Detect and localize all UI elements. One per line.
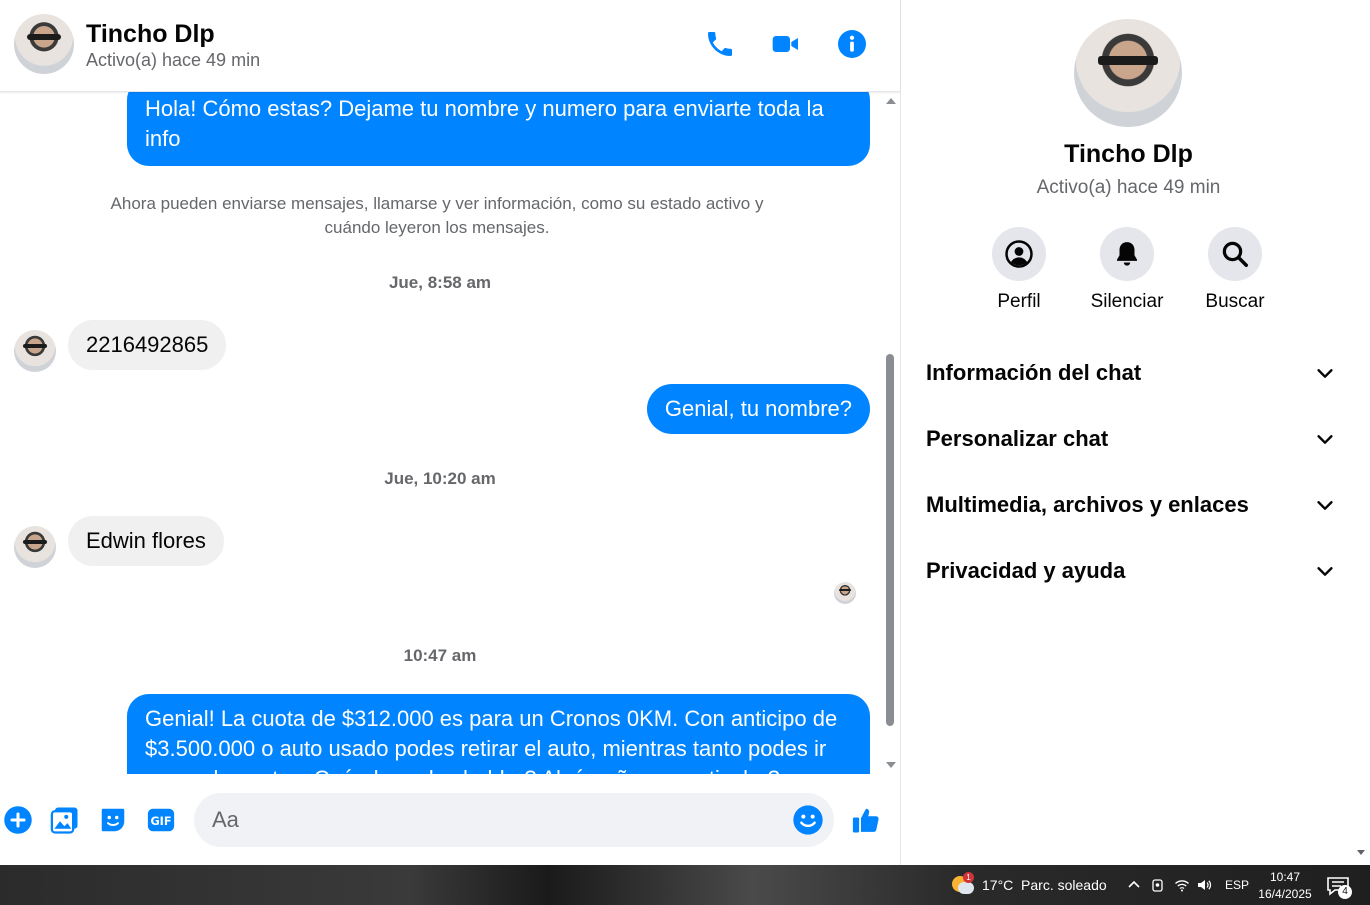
weather-badge: 1	[963, 872, 974, 883]
notification-center-button[interactable]: 4	[1326, 875, 1352, 899]
sticker-icon	[101, 808, 125, 832]
voice-call-button[interactable]	[702, 26, 738, 62]
profile-action-label: Perfil	[997, 291, 1041, 312]
profile-name: Tincho Dlp	[1064, 140, 1193, 168]
wifi-icon	[1175, 880, 1189, 892]
timestamp-divider: Jue, 10:20 am	[384, 469, 496, 488]
sticker-button[interactable]	[97, 804, 129, 836]
volume-button[interactable]	[1196, 865, 1212, 905]
section-privacy-help[interactable]: Privacidad y ayuda	[926, 549, 1336, 593]
profile-action-button[interactable]: Perfil	[964, 227, 1074, 313]
scroll-down-arrow-icon[interactable]	[886, 762, 896, 768]
outgoing-message[interactable]: Hola! Cómo estas? Dejame tu nombre y num…	[127, 92, 870, 166]
weather-widget[interactable]: 1 17°C Parc. soleado	[950, 872, 1107, 896]
system-notice: Ahora pueden enviarse mensajes, llamarse…	[110, 194, 764, 237]
profile-avatar[interactable]	[1074, 19, 1182, 127]
chevron-down-icon	[1317, 501, 1333, 510]
section-chat-info[interactable]: Información del chat	[926, 351, 1336, 395]
mute-action-label: Silenciar	[1090, 291, 1164, 312]
chevron-up-icon	[1128, 880, 1140, 888]
search-action-button[interactable]: Buscar	[1180, 227, 1290, 313]
speaker-icon	[1198, 880, 1212, 890]
message-composer: GIF	[0, 776, 900, 865]
sender-avatar[interactable]	[14, 330, 56, 372]
clock-date: 16/4/2025	[1258, 887, 1312, 901]
profile-icon	[1005, 240, 1033, 268]
scroll-thumb[interactable]	[886, 354, 894, 726]
weather-text: 17°C Parc. soleado	[982, 877, 1107, 893]
emoji-button[interactable]	[792, 804, 824, 836]
show-hidden-icons-button[interactable]	[1126, 865, 1142, 905]
sender-avatar[interactable]	[14, 526, 56, 568]
contact-status: Activo(a) hace 49 min	[86, 50, 261, 70]
partly-sunny-icon: 1	[950, 872, 974, 896]
meet-now-button[interactable]	[1150, 865, 1166, 905]
chat-header: Tincho Dlp Activo(a) hace 49 min	[0, 0, 900, 92]
mute-action-button[interactable]: Silenciar	[1072, 227, 1182, 313]
section-customize-chat[interactable]: Personalizar chat	[926, 417, 1336, 461]
search-action-circle[interactable]	[1208, 227, 1262, 281]
more-actions-button[interactable]	[2, 804, 34, 836]
profile-action-circle[interactable]	[992, 227, 1046, 281]
chat-column: Tincho Dlp Activo(a) hace 49 min Hola! C…	[0, 0, 900, 865]
section-label: Información del chat	[926, 360, 1142, 385]
photo-gallery-icon	[50, 807, 78, 834]
message-input[interactable]	[212, 803, 772, 837]
clock-time: 10:47	[1269, 870, 1301, 884]
mute-action-circle[interactable]	[1100, 227, 1154, 281]
profile-status: Activo(a) hace 49 min	[1036, 177, 1221, 198]
outgoing-message[interactable]: Genial, tu nombre?	[646, 384, 870, 434]
section-label: Privacidad y ayuda	[926, 558, 1126, 583]
phone-icon	[708, 32, 732, 56]
search-action-label: Buscar	[1205, 291, 1265, 312]
gif-button[interactable]: GIF	[145, 804, 177, 836]
svg-text:GIF: GIF	[150, 815, 171, 828]
thumbs-up-icon	[852, 808, 879, 833]
camera-tray-icon	[1152, 879, 1163, 892]
messenger-window: Tincho Dlp Activo(a) hace 49 min Hola! C…	[0, 0, 1370, 865]
read-receipt-avatar	[834, 582, 856, 604]
section-media-files-links[interactable]: Multimedia, archivos y enlaces	[926, 483, 1336, 527]
windows-taskbar: 1 17°C Parc. soleado ESP 10:47 16/4/2025…	[0, 865, 1370, 905]
message-input-box[interactable]	[194, 793, 834, 847]
section-label: Personalizar chat	[926, 426, 1109, 451]
info-icon	[838, 30, 866, 58]
emoji-icon	[793, 805, 823, 835]
outgoing-message[interactable]: Genial! La cuota de $312.000 es para un …	[127, 694, 870, 774]
video-camera-icon	[772, 36, 798, 52]
section-label: Multimedia, archivos y enlaces	[926, 492, 1249, 517]
notification-count: 4	[1338, 885, 1352, 899]
system-clock[interactable]: 10:47 16/4/2025	[1255, 869, 1315, 903]
input-language-button[interactable]: ESP	[1225, 865, 1249, 905]
scroll-up-arrow-icon[interactable]	[886, 98, 896, 104]
video-call-button[interactable]	[768, 26, 804, 62]
message-list-scrollbar[interactable]	[883, 92, 898, 774]
send-like-button[interactable]	[850, 804, 882, 836]
bell-icon	[1117, 242, 1137, 266]
plus-circle-icon	[4, 806, 32, 834]
chevron-down-icon	[1317, 369, 1333, 378]
timestamp-divider: 10:47 am	[403, 646, 477, 665]
incoming-message[interactable]: 2216492865	[68, 320, 227, 370]
conversation-info-panel: Tincho Dlp Activo(a) hace 49 min Perfil …	[900, 0, 1370, 865]
message-list[interactable]: Hola! Cómo estas? Dejame tu nombre y num…	[0, 92, 883, 774]
attach-photo-button[interactable]	[49, 804, 81, 836]
timestamp-divider: Jue, 8:58 am	[388, 273, 492, 292]
conversation-info-button[interactable]	[834, 26, 870, 62]
page-scroll-down-arrow-icon[interactable]	[1357, 850, 1365, 855]
network-button[interactable]	[1174, 865, 1190, 905]
gif-icon: GIF	[147, 808, 175, 832]
search-icon	[1222, 241, 1248, 267]
incoming-message[interactable]: Edwin flores	[68, 516, 224, 566]
contact-avatar[interactable]	[14, 14, 74, 74]
chevron-down-icon	[1317, 435, 1333, 444]
contact-name[interactable]: Tincho Dlp	[86, 20, 215, 49]
chevron-down-icon	[1317, 567, 1333, 576]
